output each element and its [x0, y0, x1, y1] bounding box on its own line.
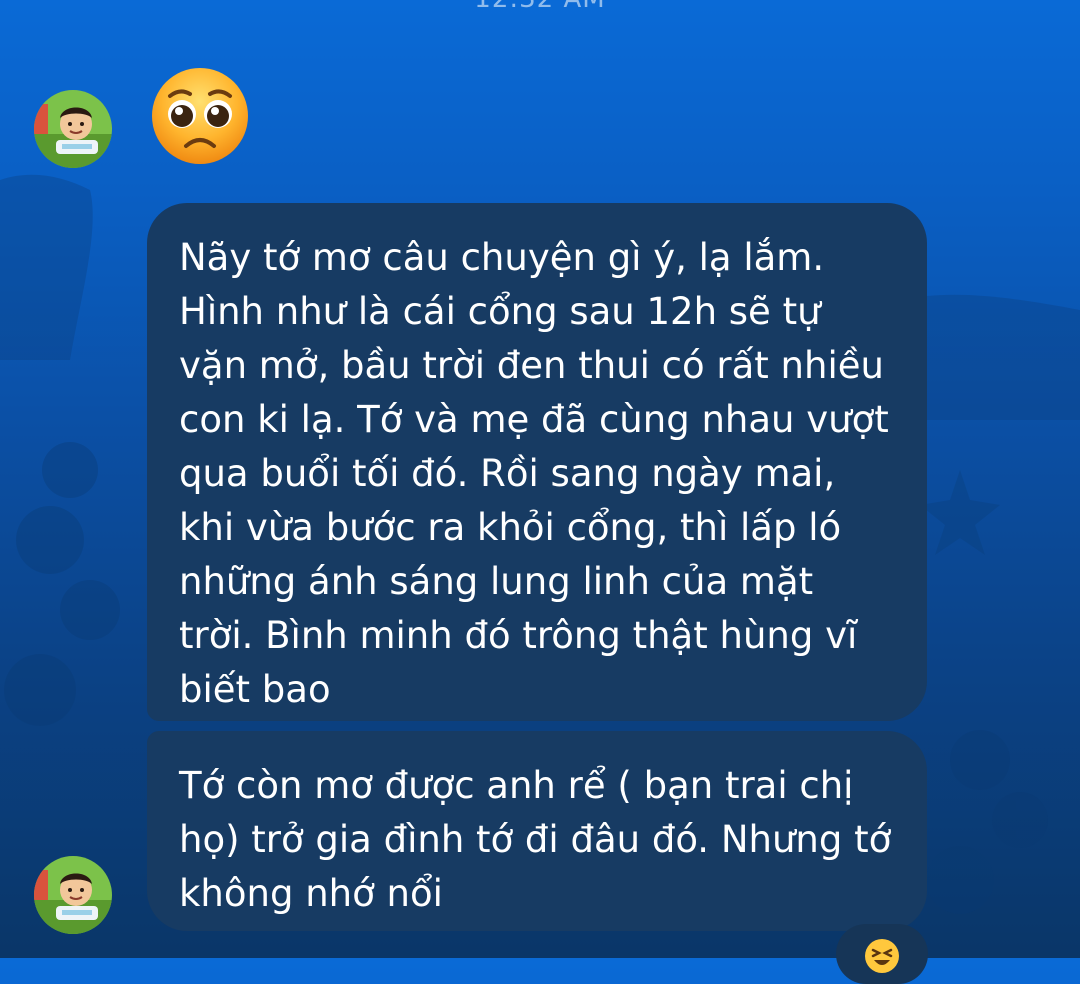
- message-bubble[interactable]: Nãy tớ mơ câu chuyện gì ý, lạ lắm. Hình …: [147, 203, 927, 721]
- message-reaction[interactable]: [836, 924, 928, 984]
- pleading-face-icon: [152, 68, 248, 164]
- contact-avatar[interactable]: [34, 856, 112, 934]
- contact-avatar[interactable]: [34, 90, 112, 168]
- message-timestamp: 12:32 AM: [0, 0, 1080, 14]
- laughing-face-icon: [865, 939, 899, 973]
- avatar-image: [34, 90, 112, 168]
- message-bubble[interactable]: Tớ còn mơ được anh rể ( bạn trai chị họ)…: [147, 731, 927, 931]
- pleading-face-emoji-message[interactable]: [150, 66, 250, 166]
- avatar-image: [34, 856, 112, 934]
